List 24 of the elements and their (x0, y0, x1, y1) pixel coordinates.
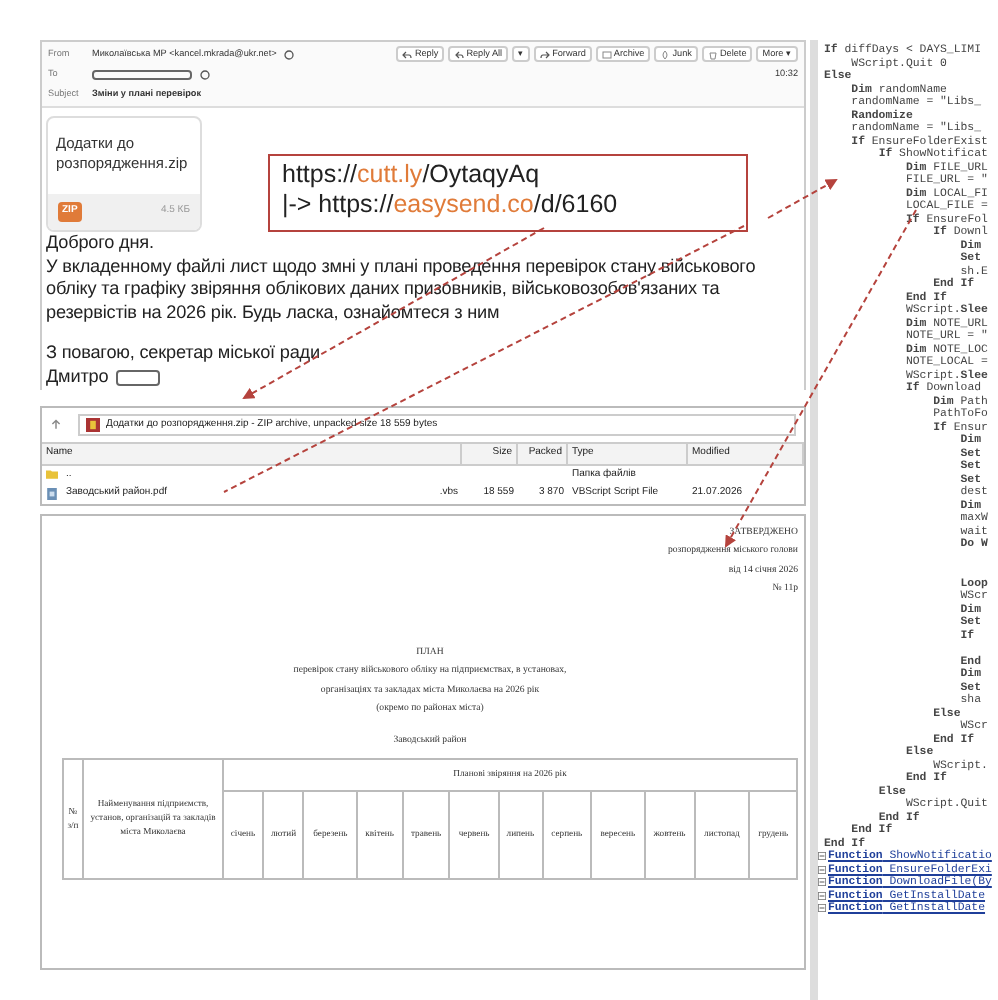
script-file-icon (46, 487, 58, 500)
up-arrow-icon (50, 418, 62, 431)
archive-icon (601, 49, 612, 59)
url-text: https://cutt.ly/OytaqyAq (282, 160, 542, 190)
info-icon (200, 69, 210, 79)
collapse-icon (818, 878, 826, 887)
collapse-icon (818, 852, 826, 861)
collapse-icon (818, 904, 826, 913)
redacted-recipient (92, 69, 192, 79)
reply-all-icon (454, 49, 465, 59)
redacted-surname (116, 369, 161, 386)
collapse-icon (818, 865, 826, 874)
url-text: |-> https://easysend.co/d/6160 (282, 190, 620, 220)
collapse-icon (818, 891, 826, 900)
trash-icon (707, 49, 718, 59)
greeting-text: Доброго дня. (46, 231, 156, 256)
forward-icon (540, 49, 551, 59)
folder-icon (46, 468, 58, 481)
archive-file-icon (86, 417, 100, 432)
reply-icon (402, 49, 413, 59)
closing-text: З повагою, секретар міської ради (46, 341, 322, 366)
info-icon (284, 49, 295, 59)
signature-name: Дмитро (46, 365, 109, 390)
message-text: У вкладенному файлі лист щодо змні у плані проведення перевірок стану військового обліку та графіку звіряння облікових даних призовників, військовозобов'язаних та резервістів на 2026 рік. Будь ласка, ознайомтеся з ним (46, 255, 758, 326)
